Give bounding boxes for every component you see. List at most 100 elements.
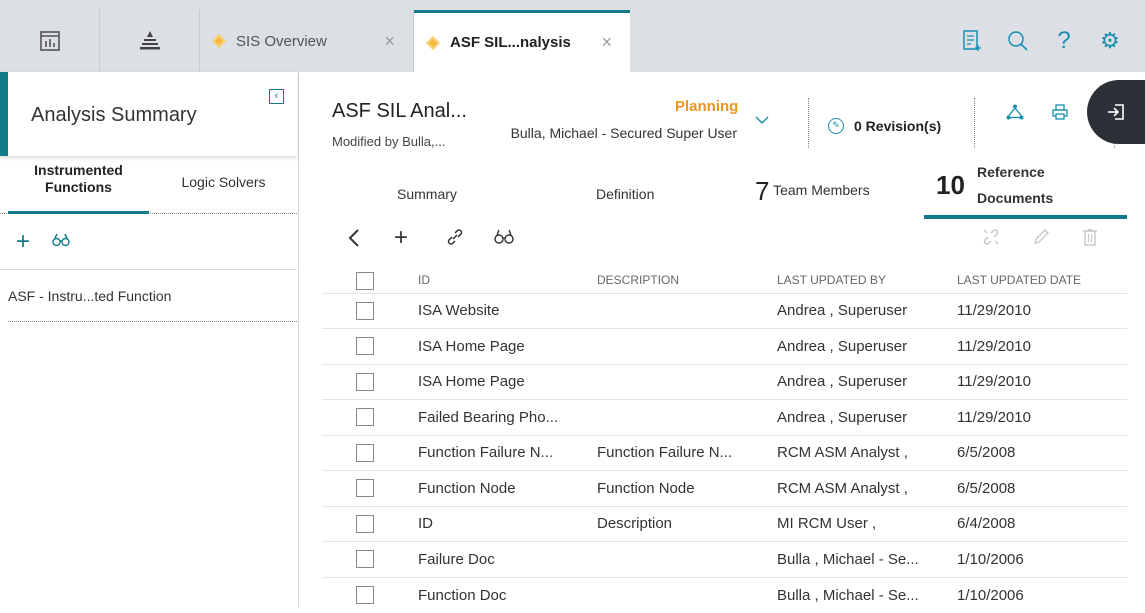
last-updated-by-cell: Andrea , Superuser (777, 399, 957, 435)
id-cell: ID (418, 505, 597, 542)
analysis-diamond-icon (211, 33, 227, 49)
row-select-cell (322, 505, 418, 542)
tab-summary[interactable]: Summary (397, 186, 457, 202)
description-cell: Function Failure N... (597, 434, 777, 471)
tab-sis-overview[interactable]: SIS Overview × (200, 10, 414, 72)
id-cell: Failed Bearing Pho... (418, 399, 597, 435)
settings-icon[interactable]: ⚙ (1097, 28, 1123, 54)
tab-definition[interactable]: Definition (596, 186, 654, 202)
sign-in-icon (1108, 104, 1124, 120)
dashboard-icon (39, 31, 60, 51)
tab-label: ASF SIL...nalysis (450, 34, 571, 51)
search-icon[interactable] (1005, 30, 1031, 52)
last-updated-by-cell: Andrea , Superuser (777, 363, 957, 400)
row-checkbox[interactable] (356, 586, 374, 605)
table-row[interactable]: Failure Doc Bulla , Michael - Se... 1/10/2… (322, 541, 1127, 577)
id-cell: ISA Website (418, 292, 597, 329)
document-list-icon[interactable] (959, 30, 985, 52)
tab-label: Instrumented (34, 162, 123, 178)
left-tabs: Instrumented Functions Logic Solvers (0, 156, 297, 214)
table-header-row: ID DESCRIPTION LAST UPDATED BY LAST UPDA… (322, 267, 1127, 293)
row-checkbox[interactable] (356, 337, 374, 356)
last-updated-by-cell: RCM ASM Analyst , (777, 470, 957, 506)
list-item[interactable]: ASF - Instru...ted Function (8, 288, 297, 322)
row-select-cell (322, 399, 418, 435)
id-cell: Failure Doc (418, 541, 597, 577)
chevron-down-icon[interactable] (755, 112, 769, 130)
tab-asf-sil-analysis[interactable]: ASF SIL...nalysis × (414, 10, 630, 72)
side-panel-toggle[interactable] (1087, 80, 1145, 144)
last-updated-date-cell: 1/10/2006 (957, 541, 1127, 577)
table-row[interactable]: Failed Bearing Pho... Andrea , Superuser 1… (322, 399, 1127, 435)
table-row[interactable]: ISA Home Page Andrea , Superuser 11/29/201… (322, 363, 1127, 400)
team-count: 7 (755, 176, 770, 206)
column-header-description[interactable]: DESCRIPTION (597, 267, 777, 293)
table-row[interactable]: ISA Home Page Andrea , Superuser 11/29/201… (322, 328, 1127, 364)
row-checkbox[interactable] (356, 408, 374, 427)
reference-documents-table: ID DESCRIPTION LAST UPDATED BY LAST UPDA… (322, 267, 1127, 613)
row-checkbox[interactable] (356, 479, 374, 498)
record-subtitle: Modified by Bulla,... (332, 134, 446, 149)
description-cell (597, 363, 777, 400)
row-checkbox[interactable] (356, 550, 374, 569)
last-updated-date-cell: 11/29/2010 (957, 399, 1127, 435)
back-icon[interactable] (348, 228, 360, 254)
revisions-label: 0 Revision(s) (854, 118, 942, 134)
row-checkbox[interactable] (356, 372, 374, 391)
id-cell: Function Failure N... (418, 434, 597, 471)
add-icon[interactable]: + (394, 224, 408, 252)
divider (808, 98, 809, 148)
print-icon[interactable] (1052, 104, 1068, 125)
description-cell (597, 576, 777, 613)
description-cell: Description (597, 505, 777, 542)
main-content: ASF SIL Anal... Modified by Bulla,... Pl… (300, 72, 1145, 613)
row-select-cell (322, 434, 418, 471)
description-cell (597, 292, 777, 329)
column-header-last-updated-by[interactable]: LAST UPDATED BY (777, 267, 957, 293)
row-select-cell (322, 363, 418, 400)
revisions-button[interactable]: ✎ 0 Revision(s) (828, 118, 941, 134)
table-row[interactable]: ISA Website Andrea , Superuser 11/29/2010 (322, 292, 1127, 329)
last-updated-date-cell: 6/5/2008 (957, 470, 1127, 506)
delete-icon[interactable] (1082, 228, 1098, 252)
row-checkbox[interactable] (356, 514, 374, 533)
last-updated-date-cell: 11/29/2010 (957, 328, 1127, 364)
last-updated-by-cell: RCM ASM Analyst , (777, 434, 957, 471)
tab-logic-solvers[interactable]: Logic Solvers (150, 174, 297, 190)
select-all-checkbox[interactable] (356, 271, 374, 290)
left-pane: Analysis Summary ‹ Instrumented Function… (0, 72, 299, 607)
row-select-cell (322, 328, 418, 364)
collapse-pane-icon[interactable]: ‹ (269, 89, 284, 104)
hierarchy-tree-icon[interactable] (1006, 104, 1024, 125)
last-updated-date-cell: 11/29/2010 (957, 292, 1127, 329)
table-row[interactable]: ID Description MI RCM User , 6/4/2008 (322, 505, 1127, 542)
tab-team-members[interactable]: 7 Team Members (755, 176, 870, 207)
tab-instrumented-functions[interactable]: Instrumented Functions (8, 162, 149, 214)
table-row[interactable]: Function Node Function Node RCM ASM Analys… (322, 470, 1127, 506)
row-checkbox[interactable] (356, 443, 374, 462)
column-header-id[interactable]: ID (418, 267, 597, 293)
id-cell: Function Node (418, 470, 597, 506)
hierarchy-button[interactable] (100, 10, 200, 72)
last-updated-date-cell: 11/29/2010 (957, 363, 1127, 400)
row-checkbox[interactable] (356, 301, 374, 320)
description-cell (597, 328, 777, 364)
link-icon[interactable] (446, 228, 464, 252)
record-header: ASF SIL Anal... Modified by Bulla,... Pl… (300, 72, 1145, 156)
content-tabs: Summary Definition 7 Team Members 10 Ref… (300, 156, 1145, 222)
table-row[interactable]: Function Doc Bulla , Michael - Se... 1/10/… (322, 576, 1127, 613)
dashboard-button[interactable] (0, 10, 100, 72)
row-select-cell (322, 470, 418, 506)
table-row[interactable]: Function Failure N... Function Failure N.… (322, 434, 1127, 471)
left-toolbar: + (0, 214, 297, 270)
column-header-last-updated-date[interactable]: LAST UPDATED DATE (957, 267, 1127, 293)
status-badge: Planning (675, 98, 739, 115)
close-icon[interactable]: × (601, 32, 612, 53)
close-icon[interactable]: × (384, 31, 395, 52)
unlink-icon[interactable] (982, 228, 1000, 252)
add-icon[interactable]: + (16, 228, 30, 256)
edit-icon[interactable] (1032, 228, 1050, 252)
binoculars-icon[interactable] (52, 230, 70, 253)
help-icon[interactable]: ? (1051, 27, 1077, 55)
binoculars-icon[interactable] (494, 228, 514, 251)
